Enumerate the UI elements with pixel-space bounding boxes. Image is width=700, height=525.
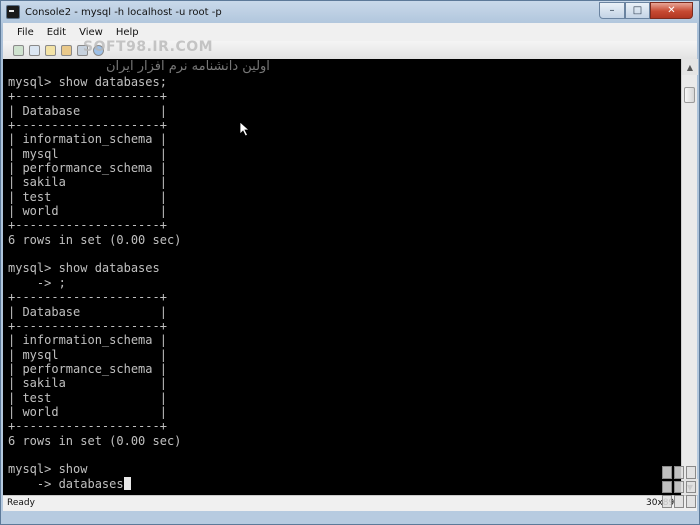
console-line: mysql> show databases; <box>8 75 167 89</box>
console-line: | test | <box>8 189 167 204</box>
minimize-button[interactable]: – <box>599 2 625 19</box>
paste-icon[interactable] <box>61 44 72 56</box>
status-bar: Ready 30x89 <box>3 495 697 511</box>
console-line: | world | <box>8 204 167 219</box>
title-bar[interactable]: Console2 - mysql -h localhost -u root -p… <box>1 1 699 23</box>
console-line: +--------------------+ <box>8 218 167 233</box>
console-app-icon[interactable] <box>6 5 20 19</box>
menu-view[interactable]: View <box>79 27 103 38</box>
scroll-up-arrow-icon[interactable]: ▲ <box>682 59 698 75</box>
mouse-pointer-icon <box>239 121 251 137</box>
console-line: | sakila | <box>8 175 167 190</box>
console-line: +--------------------+ <box>8 89 167 104</box>
console-line: +--------------------+ <box>8 118 167 133</box>
console-line: | performance_schema | <box>8 161 167 176</box>
console-line: 6 rows in set (0.00 sec) <box>8 433 182 448</box>
close-button[interactable]: ✕ <box>650 2 693 19</box>
console-line: 6 rows in set (0.00 sec) <box>8 232 182 247</box>
window-controls: – □ ✕ <box>599 2 693 19</box>
copy-icon[interactable] <box>45 44 56 56</box>
watermark-site: SOFT98.IR.COM <box>83 39 214 55</box>
console-line: | test | <box>8 390 167 405</box>
console-line: -> databases <box>8 476 181 491</box>
menu-edit[interactable]: Edit <box>47 27 66 38</box>
console-line: -> ; <box>8 275 66 290</box>
pause-icon[interactable] <box>29 44 40 56</box>
console-line: | mysql | <box>8 146 167 161</box>
console-line: mysql> show databases <box>8 261 160 276</box>
console-line: | sakila | <box>8 376 167 391</box>
console-area[interactable]: mysql> show databases; +-----------------… <box>3 59 681 495</box>
menu-file[interactable]: File <box>17 27 34 38</box>
console-output: mysql> show databases; +-----------------… <box>8 75 181 491</box>
status-text: Ready <box>7 498 35 508</box>
console-line: +--------------------+ <box>8 419 167 434</box>
console-line: +--------------------+ <box>8 318 167 333</box>
new-tab-icon[interactable] <box>13 44 24 56</box>
text-cursor <box>123 476 131 490</box>
console-line: mysql> show <box>8 462 88 477</box>
console-line: | world | <box>8 404 167 419</box>
console-line: | Database | <box>8 103 167 118</box>
console-line: | mysql | <box>8 347 167 362</box>
console-line: | information_schema | <box>8 333 167 348</box>
watermark-persian: اولین دانشنامه نرم افزار ایران <box>106 59 270 74</box>
window-title: Console2 - mysql -h localhost -u root -p <box>25 6 222 18</box>
console-line: | performance_schema | <box>8 361 167 376</box>
vertical-scrollbar[interactable]: ▲ ▼ <box>681 59 698 495</box>
scrollbar-thumb[interactable] <box>684 87 695 103</box>
resize-grip-icon[interactable] <box>659 463 697 511</box>
maximize-button[interactable]: □ <box>625 2 650 19</box>
console-line: +--------------------+ <box>8 290 167 305</box>
menu-help[interactable]: Help <box>116 27 139 38</box>
console-line: | information_schema | <box>8 132 167 147</box>
console-window: Console2 - mysql -h localhost -u root -p… <box>0 0 700 525</box>
console-line: | Database | <box>8 304 167 319</box>
